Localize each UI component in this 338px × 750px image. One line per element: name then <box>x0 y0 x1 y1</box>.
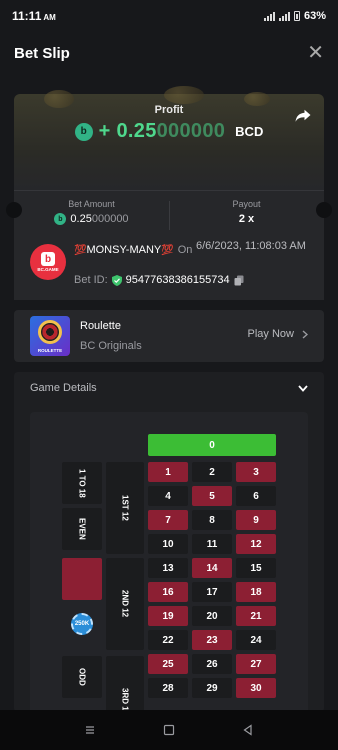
signal-icon <box>263 11 275 21</box>
bc-logo-icon: b <box>41 252 55 266</box>
roulette-wheel-icon <box>38 320 62 344</box>
bet-date: 6/6/2023, 11:08:03 AM <box>196 240 306 252</box>
chevron-right-icon <box>302 329 308 339</box>
game-card[interactable]: ROULETTE Roulette BC Originals Play Now <box>14 310 324 362</box>
roulette-cell-16: 16 <box>148 582 188 602</box>
roulette-cell-21: 21 <box>236 606 276 626</box>
roulette-cell-0: 0 <box>148 434 276 456</box>
status-bar: 11:11 AM 63% <box>0 0 338 32</box>
roulette-cell-7: 7 <box>148 510 188 530</box>
copy-icon[interactable] <box>234 275 244 286</box>
battery-percent: 63% <box>303 10 326 22</box>
coin-decoration <box>164 86 204 104</box>
roulette-cell-29: 29 <box>192 678 232 698</box>
game-details-title: Game Details <box>30 382 97 394</box>
bet-chip-250k: 250K <box>71 613 93 635</box>
game-details-header[interactable]: Game Details <box>14 372 324 404</box>
roulette-cell-8: 8 <box>192 510 232 530</box>
roulette-cell-9: 9 <box>236 510 276 530</box>
roulette-cell-30: 30 <box>236 678 276 698</box>
game-provider: BC Originals <box>80 340 142 352</box>
bet-amount-value: b 0.25000000 <box>14 213 169 225</box>
roulette-cell-18: 18 <box>236 582 276 602</box>
profit-card: Profit b + 0.25000000 BCD <box>14 86 324 190</box>
app-header: Bet Slip ✕ <box>0 32 338 74</box>
bet-dozen-1: 1ST 12 <box>106 462 144 554</box>
user-card: b BC.GAME 💯MONSY-MANY💯 On 6/6/2023, 11:08… <box>14 230 324 300</box>
roulette-cell-25: 25 <box>148 654 188 674</box>
payout-label: Payout <box>232 199 261 209</box>
avatar[interactable]: b BC.GAME <box>30 244 66 280</box>
profit-amount: b + 0.25000000 BCD <box>14 120 324 143</box>
roulette-cell-6: 6 <box>236 486 276 506</box>
profit-currency: BCD <box>235 124 264 139</box>
bet-even: EVEN <box>62 508 102 550</box>
bet-odd: ODD <box>62 656 102 698</box>
game-name: Roulette <box>80 320 121 332</box>
roulette-cell-12: 12 <box>236 534 276 554</box>
roulette-cell-3: 3 <box>236 462 276 482</box>
avatar-label: BC.GAME <box>37 267 59 272</box>
profit-value: + 0.25000000 <box>98 120 226 142</box>
chevron-down-icon[interactable] <box>298 384 308 392</box>
roulette-cell-19: 19 <box>148 606 188 626</box>
roulette-cell-23: 23 <box>192 630 232 650</box>
game-details: Game Details 0 1 TO 18 EVEN 250K ODD 1ST… <box>14 372 324 710</box>
profit-label: Profit <box>154 104 184 116</box>
roulette-board: 0 1 TO 18 EVEN 250K ODD 1ST 12 2ND 12 3R… <box>30 412 308 710</box>
verified-shield-icon <box>111 274 122 286</box>
roulette-cell-10: 10 <box>148 534 188 554</box>
menu-icon[interactable] <box>84 724 96 736</box>
roulette-cell-15: 15 <box>236 558 276 578</box>
bcd-coin-icon: b <box>54 213 67 225</box>
close-icon[interactable]: ✕ <box>307 43 324 63</box>
back-icon[interactable] <box>242 724 254 736</box>
bet-red <box>62 558 102 600</box>
page-title: Bet Slip <box>14 44 70 62</box>
clock: 11:11 AM <box>12 9 56 23</box>
roulette-cell-22: 22 <box>148 630 188 650</box>
share-icon[interactable] <box>294 106 312 124</box>
username[interactable]: 💯MONSY-MANY💯 On <box>74 244 192 256</box>
roulette-cell-5: 5 <box>192 486 232 506</box>
ticket-notch-right <box>316 202 332 218</box>
play-now-button[interactable]: Play Now <box>248 328 308 340</box>
signal-icon-2 <box>278 11 290 21</box>
roulette-cell-2: 2 <box>192 462 232 482</box>
status-icons: 63% <box>263 10 326 22</box>
roulette-cell-20: 20 <box>192 606 232 626</box>
roulette-cell-28: 28 <box>148 678 188 698</box>
payout-value: 2 x <box>238 213 255 225</box>
roulette-cell-27: 27 <box>236 654 276 674</box>
bet-low-1-to-18: 1 TO 18 <box>62 462 102 504</box>
battery-icon <box>293 11 300 21</box>
bcd-coin-icon: b <box>74 122 93 141</box>
roulette-thumbnail: ROULETTE <box>30 316 70 356</box>
roulette-cell-11: 11 <box>192 534 232 554</box>
home-square-icon[interactable] <box>163 724 175 736</box>
bet-dozen-2: 2ND 12 <box>106 558 144 650</box>
bet-id-row: Bet ID: 95477638386155734 <box>74 274 244 286</box>
roulette-cell-17: 17 <box>192 582 232 602</box>
bet-amount-label: Bet Amount <box>68 199 115 209</box>
bet-id: 95477638386155734 <box>125 274 230 286</box>
roulette-cell-4: 4 <box>148 486 188 506</box>
bet-dozen-3: 3RD 12 <box>106 656 144 710</box>
thumbnail-label: ROULETTE <box>37 348 63 353</box>
roulette-cell-1: 1 <box>148 462 188 482</box>
roulette-cell-24: 24 <box>236 630 276 650</box>
ticket-notch-left <box>6 202 22 218</box>
roulette-cell-13: 13 <box>148 558 188 578</box>
roulette-cell-14: 14 <box>192 558 232 578</box>
android-nav-bar <box>0 710 338 750</box>
bet-slip-content[interactable]: Profit b + 0.25000000 BCD Bet Amount b 0… <box>0 74 338 710</box>
roulette-cell-26: 26 <box>192 654 232 674</box>
